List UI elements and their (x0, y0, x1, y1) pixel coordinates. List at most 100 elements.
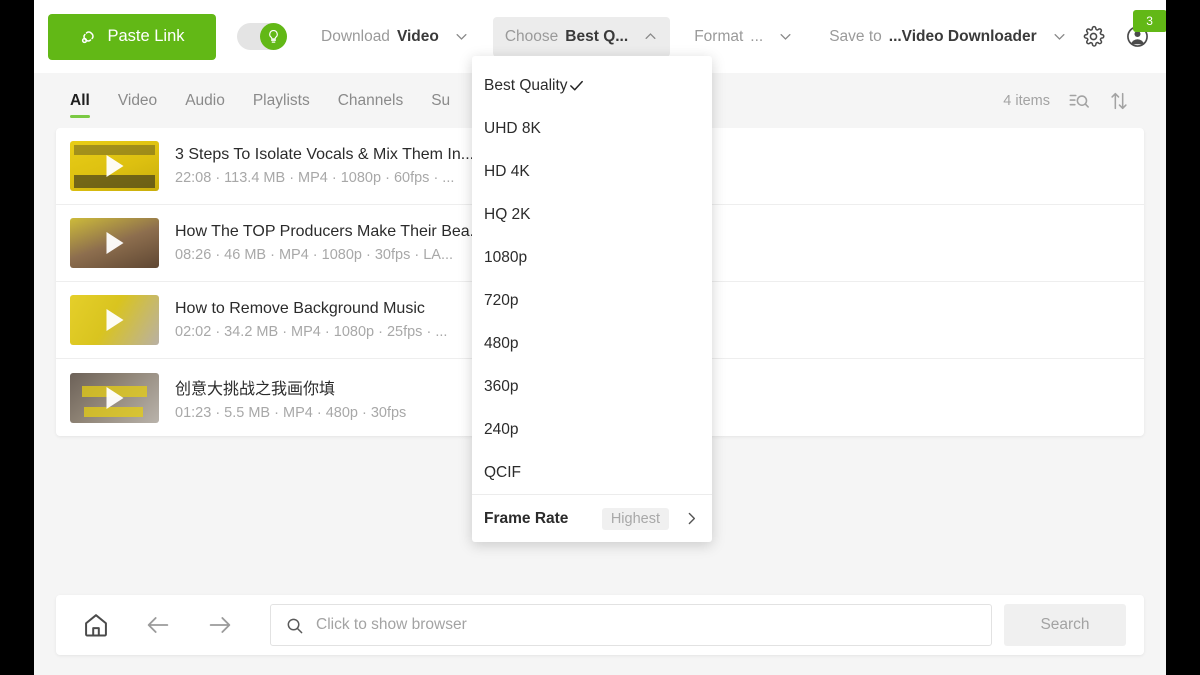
thumb-band-top (74, 145, 156, 155)
tab-video[interactable]: Video (118, 73, 157, 128)
tab-audio[interactable]: Audio (185, 73, 225, 128)
video-info: 3 Steps To Isolate Vocals & Mix Them In.… (175, 146, 474, 186)
smart-mode-toggle[interactable] (237, 23, 287, 50)
search-icon (285, 616, 304, 635)
menu-item-best-quality[interactable]: Best Quality (472, 64, 712, 107)
tab-channels[interactable]: Channels (338, 73, 404, 128)
save-to-value: ...Video Downloader (889, 28, 1037, 46)
menu-item-hq-2k[interactable]: HQ 2K (472, 193, 712, 236)
paste-link-label: Paste Link (107, 27, 184, 46)
video-meta: 08:26 · 46 MB · MP4 · 1080p · 30fps · LA… (175, 247, 483, 263)
menu-item-uhd-8k[interactable]: UHD 8K (472, 107, 712, 150)
video-title: How The TOP Producers Make Their Bea... (175, 223, 483, 241)
tab-label: Video (118, 92, 157, 110)
arrow-left-icon[interactable] (144, 611, 172, 639)
quality-dropdown-menu: Best Quality UHD 8K HD 4K HQ 2K 1080p 72… (472, 56, 712, 542)
tab-label: Su (431, 92, 450, 110)
notification-badge: 3 (1133, 10, 1166, 32)
arrow-right-icon[interactable] (206, 611, 234, 639)
video-thumbnail (70, 295, 159, 345)
video-meta: 02:02 · 34.2 MB · MP4 · 1080p · 25fps · … (175, 324, 447, 340)
choose-value: Best Q... (565, 28, 628, 46)
tab-subtitles[interactable]: Su (431, 73, 450, 128)
format-label: Format (694, 28, 743, 46)
play-icon (106, 387, 123, 409)
download-value: Video (397, 28, 439, 46)
choose-quality-selector[interactable]: Choose Best Q... (493, 17, 670, 57)
app-window: Paste Link Download Video Choose Best Q. (34, 0, 1166, 675)
tab-label: Audio (185, 92, 225, 110)
video-title: 3 Steps To Isolate Vocals & Mix Them In.… (175, 146, 474, 164)
menu-item-label: 720p (484, 292, 518, 310)
menu-item-1080p[interactable]: 1080p (472, 236, 712, 279)
tab-all[interactable]: All (70, 73, 90, 128)
video-thumbnail (70, 373, 159, 423)
sort-updown-icon[interactable] (1108, 90, 1130, 112)
download-label: Download (321, 28, 390, 46)
video-info: 创意大挑战之我画你填 01:23 · 5.5 MB · MP4 · 480p ·… (175, 375, 406, 421)
menu-item-frame-rate[interactable]: Frame Rate Highest (472, 494, 712, 542)
format-selector[interactable]: Format ... (682, 17, 805, 57)
item-count-label: 4 items (1003, 93, 1050, 109)
tabs-right-controls: 4 items (1003, 90, 1144, 112)
bottom-browser-bar: Click to show browser Search (56, 595, 1144, 655)
menu-item-label: 1080p (484, 249, 527, 267)
play-icon (106, 309, 123, 331)
chevron-down-icon (446, 29, 469, 44)
home-icon[interactable] (82, 611, 110, 639)
video-info: How to Remove Background Music 02:02 · 3… (175, 300, 447, 340)
menu-item-label: HD 4K (484, 163, 530, 181)
account-button[interactable]: 3 (1125, 24, 1150, 49)
video-meta: 22:08 · 113.4 MB · MP4 · 1080p · 60fps ·… (175, 170, 474, 186)
video-meta: 01:23 · 5.5 MB · MP4 · 480p · 30fps (175, 405, 406, 421)
browser-url-input[interactable]: Click to show browser (270, 604, 992, 646)
tab-label: Channels (338, 92, 404, 110)
lightbulb-icon (266, 29, 281, 44)
menu-item-360p[interactable]: 360p (472, 365, 712, 408)
play-icon (106, 232, 123, 254)
tab-list: All Video Audio Playlists Channels Su (56, 73, 450, 128)
menu-item-480p[interactable]: 480p (472, 322, 712, 365)
menu-item-label: UHD 8K (484, 120, 541, 138)
frame-rate-value: Highest (602, 508, 669, 530)
chevron-down-icon (770, 29, 793, 44)
frame-rate-label: Frame Rate (484, 510, 568, 528)
menu-item-label: Best Quality (484, 77, 568, 95)
chevron-up-icon (635, 29, 658, 44)
menu-item-240p[interactable]: 240p (472, 408, 712, 451)
save-to-label: Save to (829, 28, 882, 46)
browser-nav-group (74, 611, 234, 639)
chevron-down-icon (1044, 29, 1067, 44)
search-button-label: Search (1040, 616, 1089, 634)
menu-item-label: 240p (484, 421, 518, 439)
browser-url-placeholder: Click to show browser (316, 616, 467, 634)
choose-label: Choose (505, 28, 558, 46)
toggle-knob (260, 23, 287, 50)
settings-button[interactable] (1079, 22, 1109, 52)
menu-item-720p[interactable]: 720p (472, 279, 712, 322)
video-thumbnail (70, 141, 159, 191)
menu-item-label: 360p (484, 378, 518, 396)
save-to-selector[interactable]: Save to ...Video Downloader (817, 17, 1078, 57)
menu-item-qcif[interactable]: QCIF (472, 451, 712, 494)
video-info: How The TOP Producers Make Their Bea... … (175, 223, 483, 263)
menu-item-hd-4k[interactable]: HD 4K (472, 150, 712, 193)
video-title: 创意大挑战之我画你填 (175, 375, 406, 399)
search-button[interactable]: Search (1004, 604, 1126, 646)
filter-search-icon[interactable] (1068, 90, 1090, 112)
menu-item-label: QCIF (484, 464, 521, 482)
check-icon (568, 77, 585, 94)
paste-link-button[interactable]: Paste Link (48, 14, 216, 60)
tab-label: Playlists (253, 92, 310, 110)
video-title: How to Remove Background Music (175, 300, 447, 318)
chevron-right-icon (669, 510, 700, 527)
link-icon (79, 27, 98, 46)
video-thumbnail (70, 218, 159, 268)
tab-playlists[interactable]: Playlists (253, 73, 310, 128)
download-type-selector[interactable]: Download Video (309, 17, 481, 57)
menu-item-label: 480p (484, 335, 518, 353)
format-value: ... (750, 28, 763, 46)
tab-label: All (70, 92, 90, 110)
play-icon (106, 155, 123, 177)
menu-item-label: HQ 2K (484, 206, 531, 224)
